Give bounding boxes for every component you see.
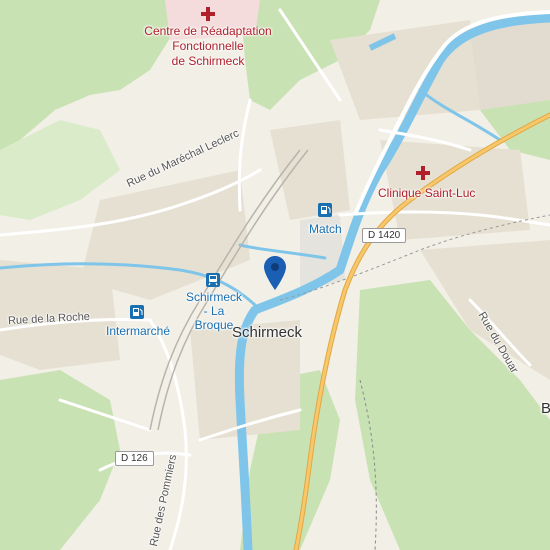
location-pin-icon[interactable] [264, 256, 286, 295]
fuel-pump-icon[interactable] [318, 203, 332, 222]
road-shield-d126: D 126 [115, 451, 154, 466]
hospital-cross-icon[interactable] [416, 166, 430, 185]
hospital-center-label[interactable]: Centre de Réadaptation Fonctionnelle de … [143, 24, 273, 69]
intermarche-label[interactable]: Intermarché [106, 324, 170, 338]
match-label[interactable]: Match [309, 222, 342, 236]
clinique-label[interactable]: Clinique Saint-Luc [378, 186, 475, 201]
town-partial-label: B [541, 400, 550, 417]
map-canvas[interactable]: Centre de Réadaptation Fonctionnelle de … [0, 0, 550, 550]
road-shield-d1420: D 1420 [362, 228, 407, 243]
fuel-pump-icon[interactable] [130, 305, 144, 324]
town-label: Schirmeck [232, 324, 303, 341]
